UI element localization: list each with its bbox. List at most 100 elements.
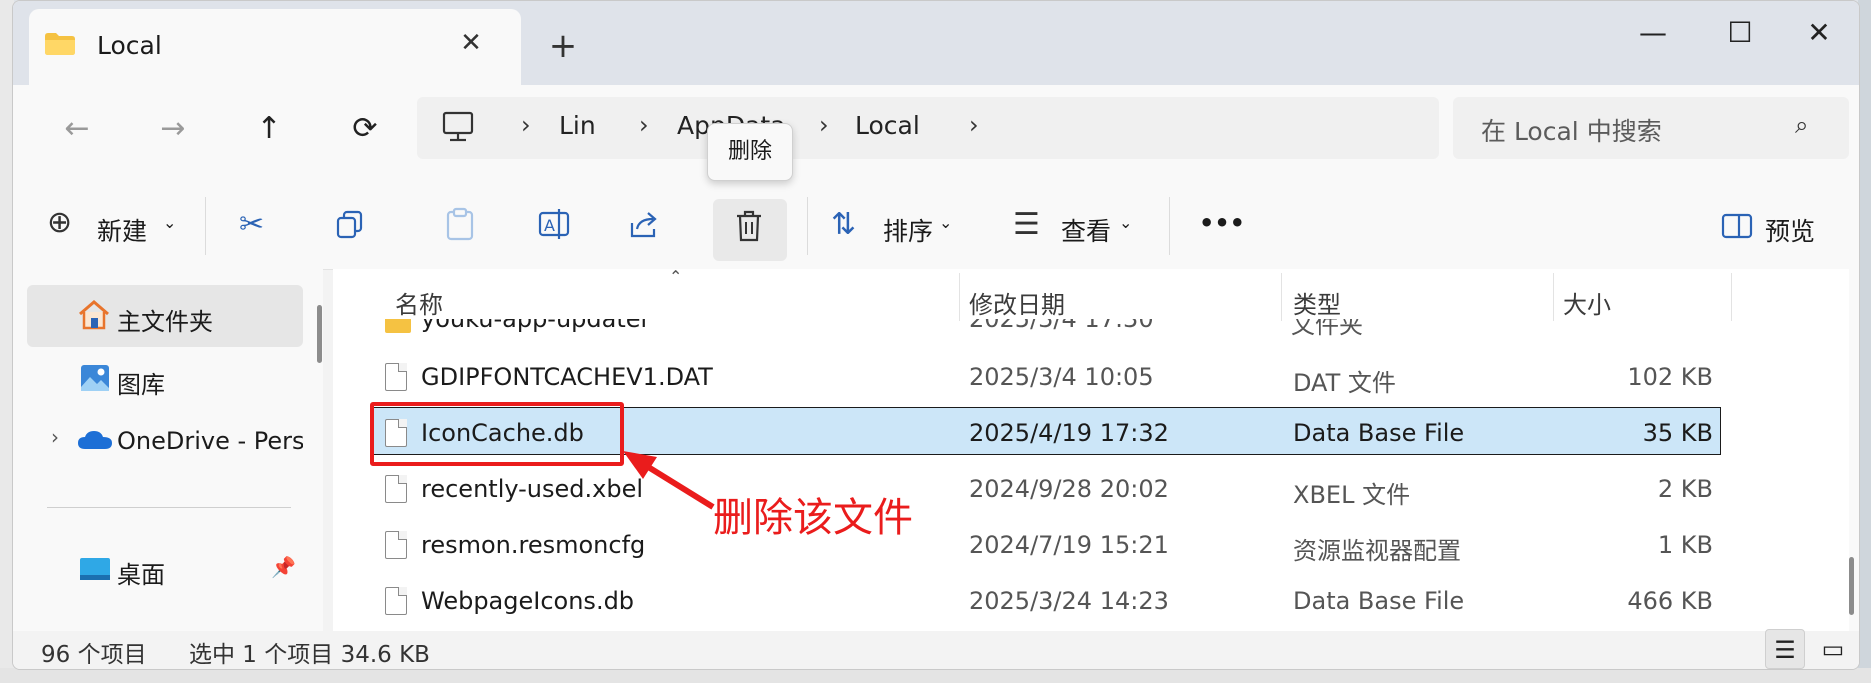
home-icon <box>79 300 109 330</box>
selection-info: 选中 1 个项目 34.6 KB <box>189 642 430 668</box>
column-divider[interactable] <box>1731 273 1732 321</box>
paste-icon[interactable] <box>445 207 475 241</box>
breadcrumb-separator: › <box>819 111 829 139</box>
rename-icon[interactable]: A <box>537 207 571 241</box>
search-placeholder: 在 Local 中搜索 <box>1481 117 1662 146</box>
chevron-right-icon[interactable]: › <box>51 425 59 449</box>
toolbar-divider <box>807 197 808 255</box>
file-size: 1 KB <box>1657 531 1713 559</box>
annotation-highlight-box <box>370 402 624 466</box>
close-button[interactable]: ✕ <box>1789 13 1849 53</box>
details-view-icon[interactable]: ☰ <box>1765 629 1805 669</box>
resmon-config-icon <box>385 531 407 559</box>
file-date: 2024/9/28 20:02 <box>969 475 1169 503</box>
file-name[interactable]: resmon.resmoncfg <box>421 531 645 559</box>
column-divider[interactable] <box>959 273 960 321</box>
column-divider[interactable] <box>1553 273 1554 321</box>
file-type: Data Base File <box>1293 419 1465 447</box>
gallery-icon[interactable] <box>79 363 111 393</box>
file-size: 466 KB <box>1627 587 1713 615</box>
chevron-down-icon: ⌄ <box>939 213 953 232</box>
preview-button[interactable]: 预览 <box>1765 212 1815 248</box>
column-header-size[interactable]: 大小 <box>1563 285 1611 320</box>
search-icon[interactable]: ⌕ <box>1795 111 1808 139</box>
copy-icon[interactable] <box>335 209 365 239</box>
breadcrumb-separator: › <box>639 111 649 139</box>
file-explorer-window: Local ✕ + — ☐ ✕ ← → ↑ ⟳ › Lin › AppData … <box>12 0 1860 670</box>
file-name: youku-app-updater <box>421 319 651 333</box>
table-row[interactable]: youku-app-updater 2025/3/4 17:30 文件夹 <box>371 319 1721 341</box>
annotation-arrow-icon <box>623 451 715 510</box>
breadcrumb-item[interactable]: Lin <box>559 111 596 140</box>
new-button[interactable]: 新建 <box>97 212 147 248</box>
new-plus-icon[interactable]: ⊕ <box>47 205 72 240</box>
file-size: 35 KB <box>1642 419 1713 447</box>
sidebar-scrollbar[interactable] <box>317 305 322 363</box>
column-header-name[interactable]: 名称 <box>395 285 443 320</box>
minimize-button[interactable]: — <box>1623 13 1683 53</box>
sidebar-item-label[interactable]: 图库 <box>117 365 165 400</box>
refresh-button[interactable]: ⟳ <box>339 105 391 153</box>
database-file-icon <box>385 587 407 615</box>
tab-close-icon[interactable]: ✕ <box>453 25 489 61</box>
file-name[interactable]: GDIPFONTCACHEV1.DAT <box>421 363 713 391</box>
breadcrumb-item[interactable]: Local <box>855 111 920 140</box>
view-icon[interactable]: ☰ <box>1013 207 1040 242</box>
breadcrumb-separator: › <box>969 111 979 139</box>
folder-icon <box>45 33 75 55</box>
more-options-button[interactable]: ••• <box>1199 209 1245 237</box>
file-name[interactable]: WebpageIcons.db <box>421 587 634 615</box>
background-window-strip <box>0 668 1871 683</box>
file-icon <box>385 363 407 391</box>
file-type: DAT 文件 <box>1293 369 1396 397</box>
sidebar-item-onedrive[interactable]: OneDrive - Pers <box>117 427 303 455</box>
sort-button[interactable]: 排序 <box>883 212 933 248</box>
chevron-down-icon: ⌄ <box>163 213 177 232</box>
file-date: 2024/7/19 15:21 <box>969 531 1169 559</box>
desktop-icon <box>80 558 110 580</box>
svg-text:A: A <box>544 216 555 235</box>
item-count: 96 个项目 <box>41 642 147 668</box>
tab-title: Local <box>97 31 162 60</box>
sort-ascending-icon: ⌃ <box>669 267 683 286</box>
file-date: 2025/4/19 17:32 <box>969 419 1169 447</box>
delete-tooltip: 删除 <box>707 123 793 181</box>
forward-button[interactable]: → <box>147 105 199 153</box>
file-type: 文件夹 <box>1291 319 1363 339</box>
file-date: 2025/3/4 17:30 <box>969 319 1154 333</box>
maximize-button[interactable]: ☐ <box>1710 13 1770 53</box>
toolbar-divider <box>1169 197 1170 255</box>
sidebar-item-desktop[interactable]: 桌面 <box>117 555 165 590</box>
sidebar-item-label: 主文件夹 <box>117 308 213 336</box>
toolbar-divider <box>205 197 206 255</box>
share-icon[interactable] <box>627 207 661 241</box>
file-date: 2025/3/4 10:05 <box>969 363 1154 391</box>
file-size: 102 KB <box>1627 363 1713 391</box>
file-type: XBEL 文件 <box>1293 481 1411 509</box>
folder-icon <box>385 319 411 333</box>
command-bar <box>13 175 1859 270</box>
column-header-type[interactable]: 类型 <box>1293 285 1341 320</box>
file-size: 2 KB <box>1657 475 1713 503</box>
preview-pane-icon[interactable] <box>1721 213 1753 239</box>
delete-icon[interactable] <box>733 209 765 243</box>
cloud-icon <box>78 431 112 449</box>
column-header-date[interactable]: 修改日期 <box>969 285 1065 320</box>
file-icon <box>385 475 407 503</box>
file-type: 资源监视器配置 <box>1293 537 1461 565</box>
file-date: 2025/3/24 14:23 <box>969 587 1169 615</box>
sort-icon[interactable]: ⇅ <box>831 207 856 242</box>
back-button[interactable]: ← <box>51 105 103 153</box>
column-divider[interactable] <box>1281 273 1282 321</box>
new-tab-button[interactable]: + <box>543 27 583 67</box>
cut-icon[interactable]: ✂ <box>239 207 264 242</box>
view-button[interactable]: 查看 <box>1061 212 1111 248</box>
large-icons-view-icon[interactable]: ▭ <box>1813 629 1853 669</box>
file-name[interactable]: recently-used.xbel <box>421 475 643 503</box>
pin-icon: 📌 <box>271 555 296 579</box>
sidebar-divider <box>47 507 291 508</box>
this-pc-icon <box>442 111 474 142</box>
up-button[interactable]: ↑ <box>243 105 295 153</box>
annotation-text: 删除该文件 <box>713 495 913 541</box>
file-list-scrollbar-thumb[interactable] <box>1849 557 1854 615</box>
